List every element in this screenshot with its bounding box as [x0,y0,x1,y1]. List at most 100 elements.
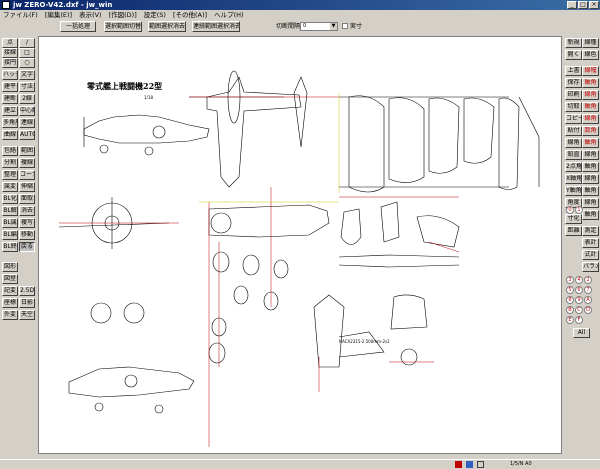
tool-arch-section[interactable]: 建断 [2,94,18,104]
distance-button[interactable]: 距離 [565,226,582,236]
tool-centerline[interactable]: 中心線 [19,106,35,116]
layer-e[interactable]: E [566,316,574,324]
layer-a[interactable]: A [584,296,592,304]
axis-angle-button-1[interactable]: 軸角 [582,78,599,88]
cut-interval-select[interactable]: 0 ▼ [300,22,338,31]
tool-hatch[interactable]: ハッチ [2,70,18,80]
layer-3[interactable]: 3 [566,276,574,284]
layer-1[interactable]: 1 [575,206,583,214]
layer-all-button[interactable]: All [573,328,590,338]
tool-range[interactable]: 範囲 [19,146,35,156]
tool-block[interactable]: BL化 [2,194,18,204]
tool-envelope[interactable]: 包絡 [2,146,18,156]
parametric-button[interactable]: パラメ [582,262,599,272]
minimize-icon[interactable]: _ [567,1,577,9]
range-erase-button[interactable]: 範囲選択消去 [148,21,186,32]
tool-text[interactable]: 文字 [19,70,35,80]
layer-8[interactable]: 8 [566,296,574,304]
paste-button[interactable]: 貼付 [565,126,582,136]
tool-move[interactable]: 移動 [19,230,35,240]
layer-6[interactable]: 6 [575,286,583,294]
line-angle-button-5[interactable]: 線角 [582,198,599,208]
line-width-button[interactable]: 線幅 [582,66,599,76]
grid-icon[interactable] [477,461,484,468]
axis-angle-button-4[interactable]: 軸角 [582,162,599,172]
layer-4[interactable]: 4 [575,276,583,284]
close-icon[interactable]: × [589,1,599,9]
menu-file[interactable]: ファイル(F) [3,10,38,20]
vertical-button[interactable]: 鉛直 [565,150,582,160]
layer-b[interactable]: B [566,306,574,314]
tool-auto[interactable]: AUTO [19,130,35,140]
layer-0[interactable]: 0 [566,206,574,214]
axis-angle-button-5[interactable]: 軸角 [582,186,599,196]
menu-draw[interactable]: [作図(D)] [109,10,137,20]
tool-organize[interactable]: 整理 [2,170,18,180]
tool-block-explode[interactable]: BL解 [2,206,18,216]
layer-c[interactable]: C [575,306,583,314]
x-axis-angle-button[interactable]: X軸角 [565,174,582,184]
layer-f[interactable]: F [575,316,583,324]
layer-d[interactable]: D [584,306,592,314]
line-angle-button-4[interactable]: 線角 [582,174,599,184]
tool-figure-register[interactable]: 図登 [2,274,18,284]
line-angle-button-3[interactable]: 線角 [582,150,599,160]
tool-divide[interactable]: 分割 [2,158,18,168]
axis-angle-button-2[interactable]: 軸角 [582,102,599,112]
menu-other[interactable]: [その他(A)] [173,10,207,20]
tool-block-attr[interactable]: BL属 [2,218,18,228]
layer-2[interactable]: 2 [584,276,592,284]
tool-tangent[interactable]: 接線 [2,48,18,58]
tool-offset[interactable]: 複線 [19,158,35,168]
tool-line[interactable]: / [19,38,35,48]
actual-size-checkbox[interactable] [342,23,348,29]
color-icon[interactable] [466,461,473,468]
tool-block-edit[interactable]: BL編 [2,230,18,240]
tool-double-line[interactable]: 2線 [19,94,35,104]
layer-7[interactable]: 7 [584,286,592,294]
menu-help[interactable]: ヘルプ(H) [214,10,243,20]
formula-calc-button[interactable]: 式計 [582,250,599,260]
number-angle-button[interactable]: 数角 [582,126,599,136]
two-point-angle-button[interactable]: 2点角 [565,162,582,172]
measure-button[interactable]: 測定 [582,226,599,236]
tool-corner[interactable]: コーナー [19,170,35,180]
dim-convert-button[interactable]: 寸化 [565,214,582,224]
overwrite-button[interactable]: 上書 [565,66,582,76]
layer-5[interactable]: 5 [566,286,574,294]
axis-angle-button-6[interactable]: 軸角 [582,210,599,220]
tool-shadow[interactable]: 日影 [19,298,35,308]
line-color-button[interactable]: 線色 [582,50,599,60]
axis-angle-button-3[interactable]: 軸角 [582,138,599,148]
tool-arch-plan[interactable]: 建平 [2,82,18,92]
table-calc-button[interactable]: 表計 [582,238,599,248]
tool-circle[interactable]: ○ [19,58,35,68]
tool-connected-line[interactable]: 連線 [19,118,35,128]
file-new-button[interactable]: 新規 [565,38,582,48]
tool-point[interactable]: 点 [2,38,18,48]
tool-rectangle[interactable]: □ [19,48,35,58]
menu-edit[interactable]: [編集(E)] [45,10,72,20]
line-type-button[interactable]: 線種 [582,38,599,48]
line-angle-button-1[interactable]: 線角 [582,90,599,100]
tool-dimension[interactable]: 寸法 [19,82,35,92]
tool-block-end[interactable]: BL終 [2,242,18,252]
tool-coordinates[interactable]: 座標 [2,298,18,308]
cut-button[interactable]: 切取 [565,102,582,112]
tool-2-5d[interactable]: 2.5D [19,286,35,296]
tool-undo[interactable]: 戻る [19,242,35,252]
tool-stretch[interactable]: 伸縮 [19,182,35,192]
tool-external[interactable]: 外変 [2,310,18,320]
line-angle-button-2[interactable]: 線角 [582,114,599,124]
selection-toggle-button[interactable]: 選択範囲切替 [104,21,142,32]
tool-figure[interactable]: 図形 [2,262,18,272]
tool-arch-elevation[interactable]: 建立 [2,106,18,116]
tool-attr-change[interactable]: 属変 [2,182,18,192]
batch-process-button[interactable]: 一括処理 [60,21,96,32]
line-angle-button[interactable]: 線角 [565,138,582,148]
drawing-canvas[interactable]: 零式艦上戦闘機22型 1/18 NACA2315-2 500mm-2s2 [38,36,562,454]
menu-view[interactable]: 表示(V) [79,10,102,20]
tool-curve[interactable]: 曲線 [2,130,18,140]
layer-icon[interactable] [455,461,462,468]
copy-button[interactable]: コピー [565,114,582,124]
